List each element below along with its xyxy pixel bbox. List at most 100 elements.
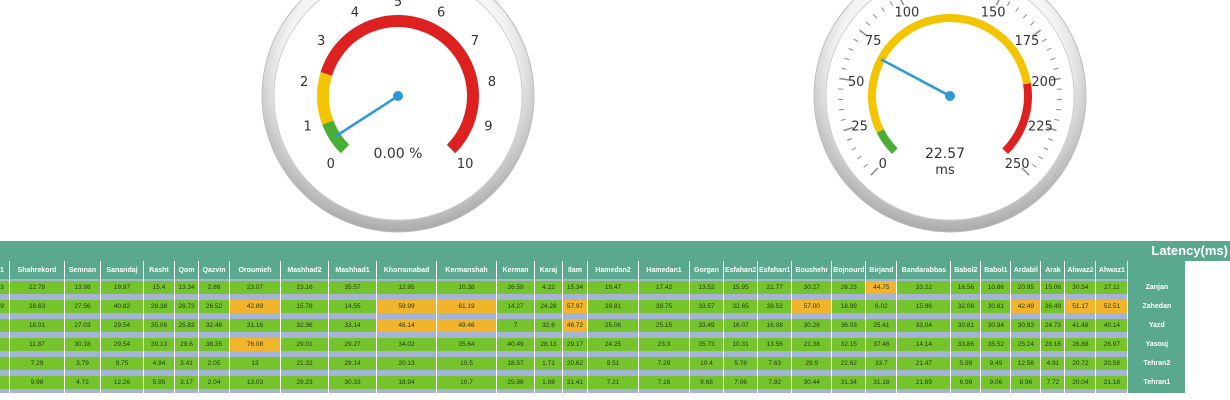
latency-readout-value: 22.57: [925, 146, 965, 162]
loss-readout: 0.00 %: [374, 146, 423, 162]
latency-cell: 38.63: [10, 298, 64, 317]
latency-cell: 16.56: [951, 279, 981, 298]
latency-cell: 9.51: [588, 355, 638, 374]
column-header: Birjand: [866, 261, 897, 279]
latency-cell: 5.95: [144, 374, 174, 393]
latency-cell: 9.06: [981, 374, 1011, 393]
row-city-label: Tehran1: [1128, 374, 1186, 393]
latency-cell: 26.52: [199, 298, 229, 317]
column-header: Karaj: [535, 261, 562, 279]
latency-cell: 29.54: [101, 317, 143, 336]
latency-cell: 39.75: [639, 298, 689, 317]
latency-cell: 46.72: [563, 317, 587, 336]
latency-cell: 21.69: [897, 374, 951, 393]
latency-cell: 32.65: [724, 298, 758, 317]
column-header: Ilam: [563, 261, 587, 279]
latency-cell: 25.41: [866, 317, 897, 336]
latency-cell: 9.68: [690, 374, 723, 393]
latency-tick-label: 25: [851, 119, 868, 134]
loss-tick-label: 5: [394, 0, 402, 10]
column-header: Qom: [175, 261, 198, 279]
column-header: Qazvin: [199, 261, 229, 279]
latency-cell: 30.93: [1011, 317, 1041, 336]
latency-cell: 3.41: [175, 355, 198, 374]
latency-cell: 29.6: [175, 336, 198, 355]
latency-cell: 29.9: [792, 355, 832, 374]
latency-tick-label: 75: [865, 34, 882, 49]
latency-cell: 3: [0, 279, 9, 298]
column-header: Ardabil: [1011, 261, 1041, 279]
latency-cell: 32.96: [281, 317, 328, 336]
latency-cell: 3.79: [65, 355, 100, 374]
loss-tick-label: 7: [471, 34, 479, 49]
latency-cell: 10.31: [724, 336, 758, 355]
latency-readout-unit: ms: [935, 163, 955, 178]
latency-cell: 32.08: [951, 298, 981, 317]
latency-cell: 4.94: [144, 355, 174, 374]
latency-cell: 26.97: [1096, 336, 1128, 355]
column-header: Ahwaz2: [1065, 261, 1096, 279]
latency-cell: 25.24: [1011, 336, 1041, 355]
latency-cell: 13.52: [690, 279, 723, 298]
column-header: Ahwaz1: [1096, 261, 1128, 279]
latency-needle-hub: [945, 91, 955, 101]
column-header: Khorramabad: [377, 261, 436, 279]
latency-cell: 52.51: [1096, 298, 1128, 317]
column-header: Kermanshah: [437, 261, 496, 279]
latency-cell: 10.38: [437, 279, 496, 298]
latency-cell: [0, 355, 9, 374]
latency-cell: 12.56: [1011, 355, 1041, 374]
latency-cell: 26.23: [832, 279, 866, 298]
latency-cell: 27.03: [65, 317, 100, 336]
latency-cell: 23.07: [230, 279, 280, 298]
column-header: Semnan: [65, 261, 100, 279]
latency-cell: 13.98: [65, 279, 100, 298]
latency-cell: 14.27: [497, 298, 534, 317]
latency-cell: 20.13: [377, 355, 436, 374]
latency-cell: 20.72: [1065, 355, 1096, 374]
column-header-city: [1128, 261, 1186, 279]
latency-tick-label: 175: [1014, 34, 1039, 49]
latency-tick-label: 250: [1005, 157, 1030, 172]
latency-cell: 29.23: [281, 374, 328, 393]
latency-cell: 23.3: [639, 336, 689, 355]
latency-cell: [0, 336, 9, 355]
latency-cell: 18.01: [10, 317, 64, 336]
latency-cell: 7: [497, 317, 534, 336]
latency-cell: 35.64: [437, 336, 496, 355]
latency-cell: 8.96: [1011, 374, 1041, 393]
latency-cell: 4.72: [65, 374, 100, 393]
latency-table-header: 1 Shahrekord Semnan Sanandaj Rasht Qom Qazvin O…: [0, 261, 1186, 279]
latency-cell: 15.96: [897, 298, 951, 317]
latency-cell: 25.83: [175, 317, 198, 336]
latency-cell: 20.62: [563, 355, 587, 374]
latency-cell: 20.58: [1096, 355, 1128, 374]
loss-tick-label: 3: [317, 34, 325, 49]
latency-tick-label: 0: [879, 157, 887, 172]
latency-cell: 2.05: [199, 355, 229, 374]
column-header: Kerman: [497, 261, 534, 279]
latency-cell: 30.81: [981, 298, 1011, 317]
column-header: Shahrekord: [10, 261, 64, 279]
column-header: Esfahan2: [724, 261, 758, 279]
latency-cell: 39.81: [588, 298, 638, 317]
latency-cell: 33.7: [866, 355, 897, 374]
latency-cell: 25.15: [639, 317, 689, 336]
latency-cell: 18.94: [377, 374, 436, 393]
latency-cell: 21.18: [1096, 374, 1128, 393]
latency-cell: 26.73: [175, 298, 198, 317]
loss-tick-label: 10: [457, 157, 474, 172]
latency-cell: 3.17: [175, 374, 198, 393]
latency-cell: 12.95: [377, 279, 436, 298]
latency-cell: 46.14: [377, 317, 436, 336]
column-header: Babol2: [951, 261, 981, 279]
latency-cell: 76.08: [230, 336, 280, 355]
latency-cell: 27.11: [1096, 279, 1128, 298]
latency-cell: 36.03: [832, 317, 866, 336]
row-city-label: Yazd: [1128, 317, 1186, 336]
packet-loss-gauge: 0 1 2 3 4 5 6 7 8 9 10 0.00 %: [258, 0, 538, 240]
latency-cell: 22.62: [832, 355, 866, 374]
table-row: 11.87 30.18 29.54 39.13 29.6 38.35 76.08 29.01 2…: [0, 336, 1186, 355]
latency-cell: 5.76: [724, 355, 758, 374]
latency-cell: 49.46: [437, 317, 496, 336]
